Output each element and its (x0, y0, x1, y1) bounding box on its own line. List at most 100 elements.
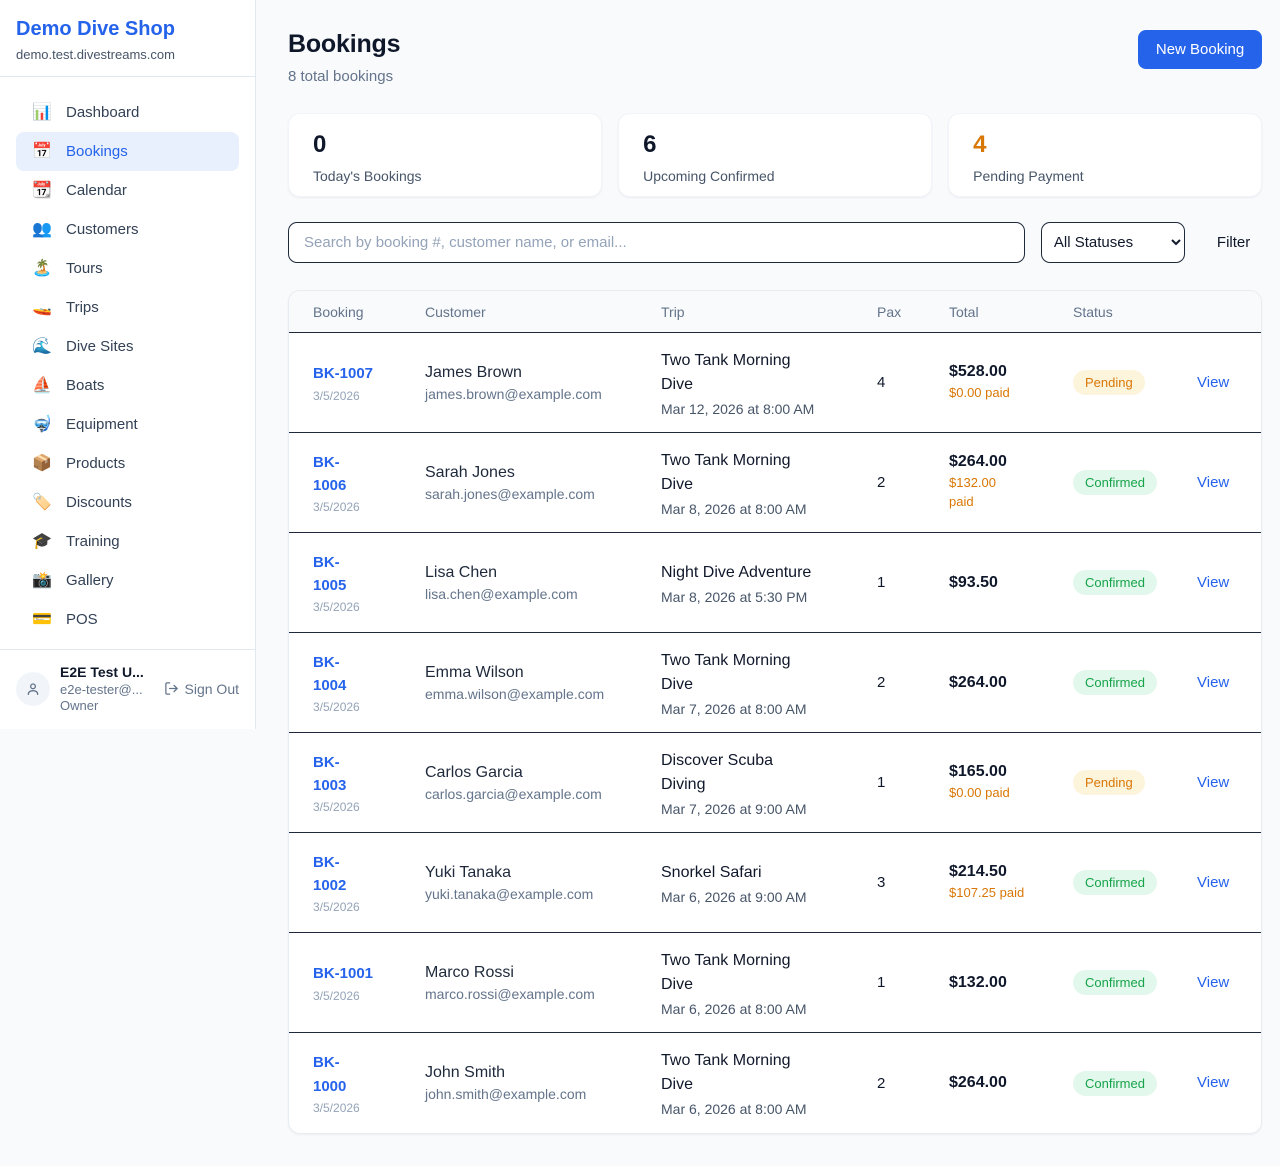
customer-email: carlos.garcia@example.com (425, 786, 649, 802)
status-badge: Confirmed (1073, 570, 1157, 595)
sidebar-item-dashboard[interactable]: 📊 Dashboard (16, 93, 239, 132)
booking-id-link[interactable]: BK- 1005 (313, 551, 413, 598)
trip-cell: Night Dive Adventure Mar 8, 2026 at 5:30… (661, 561, 877, 605)
total-paid: $0.00 paid (949, 784, 1061, 803)
booking-cell: BK-1007 3/5/2026 (313, 362, 425, 402)
stat-card: 0 Today's Bookings (288, 113, 602, 197)
trip-name: Night Dive Adventure (661, 561, 865, 585)
sidebar-item-calendar[interactable]: 📆 Calendar (16, 171, 239, 210)
booking-id-link[interactable]: BK- 1002 (313, 851, 413, 898)
booking-cell: BK- 1006 3/5/2026 (313, 451, 425, 515)
customer-cell: Yuki Tanaka yuki.tanaka@example.com (425, 864, 661, 902)
view-link[interactable]: View (1197, 874, 1229, 891)
view-link[interactable]: View (1197, 1074, 1229, 1091)
trip-name: Discover Scuba Diving (661, 749, 865, 797)
sidebar-item-customers[interactable]: 👥 Customers (16, 210, 239, 249)
view-link[interactable]: View (1197, 474, 1229, 491)
sidebar-item-label: Tours (66, 260, 103, 277)
table-row: BK-1001 3/5/2026 Marco Rossi marco.rossi… (289, 933, 1261, 1033)
column-header-customer: Customer (425, 304, 661, 320)
customer-name: James Brown (425, 364, 649, 382)
stat-value: 4 (973, 131, 1237, 159)
customer-email: james.brown@example.com (425, 386, 649, 402)
booking-id-link[interactable]: BK- 1003 (313, 751, 413, 798)
status-badge: Confirmed (1073, 670, 1157, 695)
booking-id-link[interactable]: BK-1007 (313, 362, 413, 385)
table-body: BK-1007 3/5/2026 James Brown james.brown… (289, 333, 1261, 1133)
avatar (16, 672, 50, 706)
booking-date: 3/5/2026 (313, 800, 413, 814)
booking-id-link[interactable]: BK- 1004 (313, 651, 413, 698)
search-input[interactable] (288, 222, 1025, 263)
view-link[interactable]: View (1197, 374, 1229, 391)
stat-value: 0 (313, 131, 577, 159)
status-cell: Pending (1073, 370, 1197, 395)
user-info: E2E Test U... e2e-tester@... Owner (60, 664, 154, 713)
brand-domain: demo.test.divestreams.com (16, 47, 239, 62)
total-cell: $264.00 $132.00 paid (949, 453, 1073, 512)
customer-name: Lisa Chen (425, 564, 649, 582)
sidebar-item-boats[interactable]: ⛵ Boats (16, 366, 239, 405)
user-section: E2E Test U... e2e-tester@... Owner Sign … (0, 649, 255, 729)
status-badge: Pending (1073, 370, 1145, 395)
trip-name: Two Tank Morning Dive (661, 649, 865, 697)
bookings-table: BookingCustomerTripPaxTotalStatus BK-100… (288, 290, 1262, 1134)
customer-email: emma.wilson@example.com (425, 686, 649, 702)
booking-date: 3/5/2026 (313, 1101, 413, 1115)
total-cell: $165.00 $0.00 paid (949, 763, 1073, 803)
sidebar-item-training[interactable]: 🎓 Training (16, 522, 239, 561)
status-cell: Confirmed (1073, 570, 1197, 595)
view-link[interactable]: View (1197, 674, 1229, 691)
pax-cell: 1 (877, 974, 949, 991)
sidebar-item-trips[interactable]: 🚤 Trips (16, 288, 239, 327)
speedboat-icon: 🚤 (32, 300, 52, 316)
bar-chart-icon: 📊 (32, 105, 52, 121)
sidebar-item-dive-sites[interactable]: 🌊 Dive Sites (16, 327, 239, 366)
trip-name: Two Tank Morning Dive (661, 349, 865, 397)
sailboat-icon: ⛵ (32, 378, 52, 394)
view-link[interactable]: View (1197, 574, 1229, 591)
sidebar-item-pos[interactable]: 💳 POS (16, 600, 239, 639)
booking-id-link[interactable]: BK- 1006 (313, 451, 413, 498)
sign-out-button[interactable]: Sign Out (164, 681, 239, 697)
main-content: Bookings 8 total bookings New Booking 0 … (256, 0, 1280, 1166)
sidebar-item-gallery[interactable]: 📸 Gallery (16, 561, 239, 600)
table-row: BK- 1006 3/5/2026 Sarah Jones sarah.jone… (289, 433, 1261, 533)
tear-off-calendar-icon: 📆 (32, 183, 52, 199)
sidebar-item-label: Training (66, 533, 120, 550)
status-cell: Confirmed (1073, 870, 1197, 895)
trip-date: Mar 7, 2026 at 9:00 AM (661, 801, 865, 817)
table-row: BK- 1005 3/5/2026 Lisa Chen lisa.chen@ex… (289, 533, 1261, 633)
status-cell: Confirmed (1073, 1071, 1197, 1096)
total-amount: $165.00 (949, 763, 1061, 781)
status-select[interactable]: All Statuses (1041, 222, 1185, 263)
customer-email: lisa.chen@example.com (425, 586, 649, 602)
trip-date: Mar 6, 2026 at 8:00 AM (661, 1101, 865, 1117)
column-header-pax: Pax (877, 304, 949, 320)
new-booking-button[interactable]: New Booking (1138, 30, 1262, 69)
view-link[interactable]: View (1197, 774, 1229, 791)
person-icon (25, 681, 41, 697)
trip-cell: Two Tank Morning Dive Mar 6, 2026 at 8:0… (661, 1049, 877, 1117)
sidebar-item-bookings[interactable]: 📅 Bookings (16, 132, 239, 171)
stat-card: 6 Upcoming Confirmed (618, 113, 932, 197)
sidebar-item-products[interactable]: 📦 Products (16, 444, 239, 483)
filter-button[interactable]: Filter (1205, 226, 1262, 259)
status-badge: Confirmed (1073, 470, 1157, 495)
total-paid: $107.25 paid (949, 884, 1061, 903)
pax-cell: 2 (877, 474, 949, 491)
view-link[interactable]: View (1197, 974, 1229, 991)
sidebar-item-discounts[interactable]: 🏷️ Discounts (16, 483, 239, 522)
trip-cell: Two Tank Morning Dive Mar 6, 2026 at 8:0… (661, 949, 877, 1017)
trip-date: Mar 8, 2026 at 5:30 PM (661, 589, 865, 605)
sidebar-item-equipment[interactable]: 🤿 Equipment (16, 405, 239, 444)
booking-id-link[interactable]: BK- 1000 (313, 1051, 413, 1098)
sidebar-item-tours[interactable]: 🏝️ Tours (16, 249, 239, 288)
sidebar-item-label: Calendar (66, 182, 127, 199)
trip-date: Mar 8, 2026 at 8:00 AM (661, 501, 865, 517)
customer-name: Marco Rossi (425, 964, 649, 982)
booking-cell: BK-1001 3/5/2026 (313, 962, 425, 1002)
total-cell: $93.50 (949, 574, 1073, 592)
trip-date: Mar 6, 2026 at 8:00 AM (661, 1001, 865, 1017)
booking-id-link[interactable]: BK-1001 (313, 962, 413, 985)
